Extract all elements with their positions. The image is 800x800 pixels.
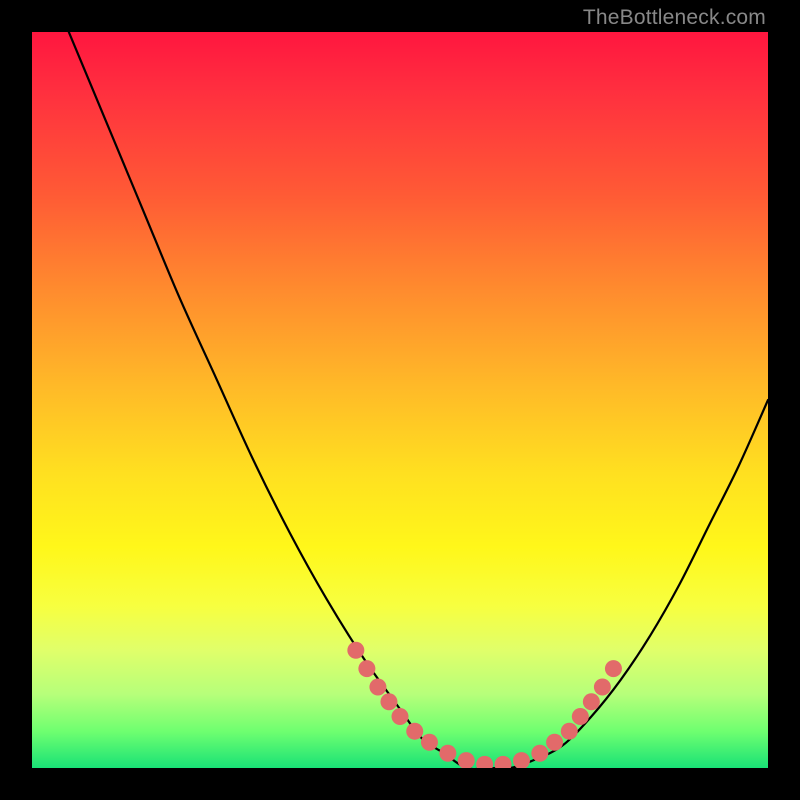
highlight-dot (594, 679, 611, 696)
highlight-dot (583, 693, 600, 710)
highlight-dot (421, 734, 438, 751)
highlight-dot (513, 752, 530, 768)
highlight-dot (369, 679, 386, 696)
highlight-dot (476, 756, 493, 768)
chart-svg (32, 32, 768, 768)
highlight-dot (561, 723, 578, 740)
highlight-dot (358, 660, 375, 677)
attribution-label: TheBottleneck.com (583, 6, 766, 30)
highlight-dot (495, 756, 512, 768)
highlight-dot (406, 723, 423, 740)
highlight-dot (605, 660, 622, 677)
highlight-dot (572, 708, 589, 725)
highlight-dot (546, 734, 563, 751)
highlight-dot (347, 642, 364, 659)
chart-frame: TheBottleneck.com (0, 0, 800, 800)
highlight-dot (392, 708, 409, 725)
highlight-dots (347, 642, 622, 768)
highlight-dot (531, 745, 548, 762)
highlight-dot (439, 745, 456, 762)
plot-area (32, 32, 768, 768)
highlight-dot (458, 752, 475, 768)
highlight-dot (380, 693, 397, 710)
bottleneck-curve (69, 32, 768, 768)
